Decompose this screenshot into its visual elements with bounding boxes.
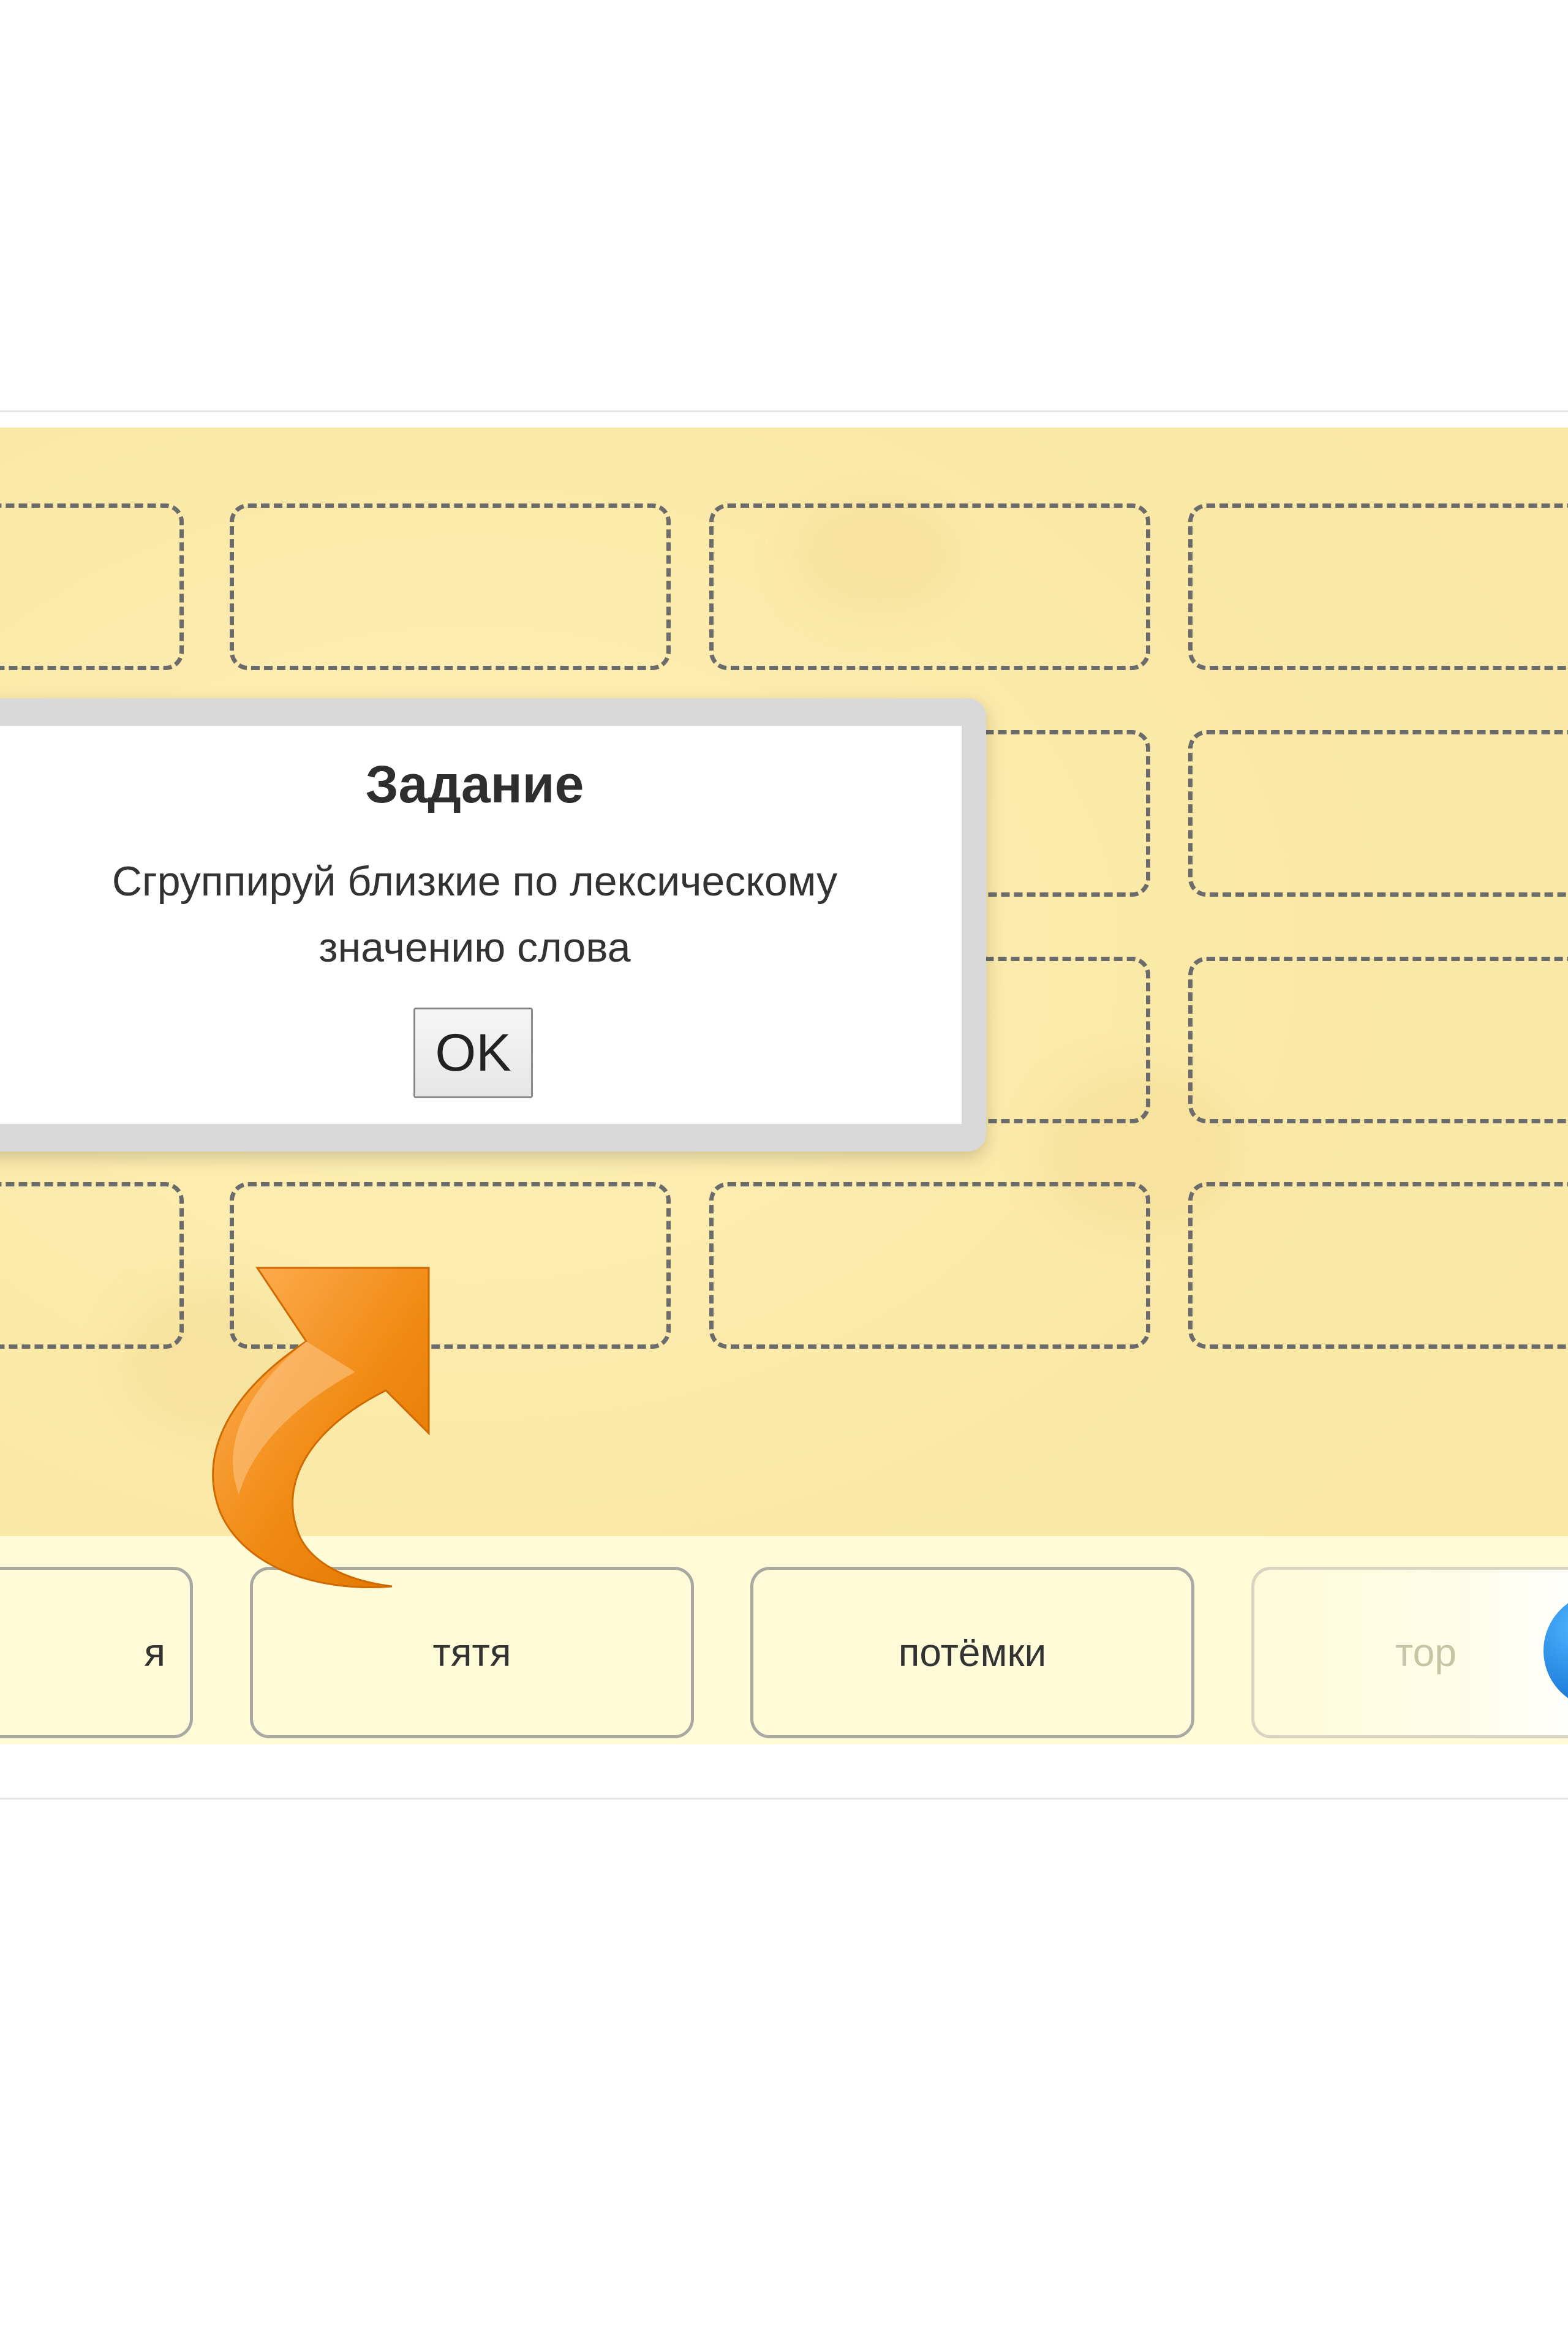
word-card-label: тятя <box>432 1630 511 1675</box>
dialog-message: Сгруппируй близкие по лексическому значе… <box>111 858 838 971</box>
drop-slot[interactable] <box>1188 503 1568 670</box>
drop-slot[interactable] <box>709 503 1150 670</box>
drop-slot[interactable] <box>1188 957 1568 1123</box>
drop-slot[interactable] <box>230 503 671 670</box>
word-card[interactable]: тор <box>1251 1567 1568 1738</box>
frame-top-border <box>0 410 1568 412</box>
word-card[interactable]: тятя <box>250 1567 694 1738</box>
word-card[interactable]: потёмки <box>750 1567 1194 1738</box>
dialog-title: Задание <box>365 755 584 814</box>
curved-arrow-up-right-icon <box>212 1267 430 1588</box>
drop-slot[interactable] <box>0 1182 184 1349</box>
word-card-label: тор <box>1395 1630 1457 1675</box>
drop-slot[interactable] <box>0 503 184 670</box>
ok-button[interactable]: OK <box>413 1008 533 1098</box>
frame-bottom-border <box>0 1798 1568 1800</box>
page: я тятя потёмки тор Задание Сгруппируй бл… <box>0 0 1568 2352</box>
drop-slot[interactable] <box>709 1182 1150 1349</box>
task-dialog: Задание Сгруппируй близкие по лексическо… <box>0 698 986 1152</box>
word-card[interactable]: я <box>0 1567 193 1738</box>
drop-slot[interactable] <box>1188 1182 1568 1349</box>
word-card-label: потёмки <box>898 1630 1047 1675</box>
drop-slot[interactable] <box>1188 730 1568 897</box>
word-card-label: я <box>144 1630 165 1675</box>
